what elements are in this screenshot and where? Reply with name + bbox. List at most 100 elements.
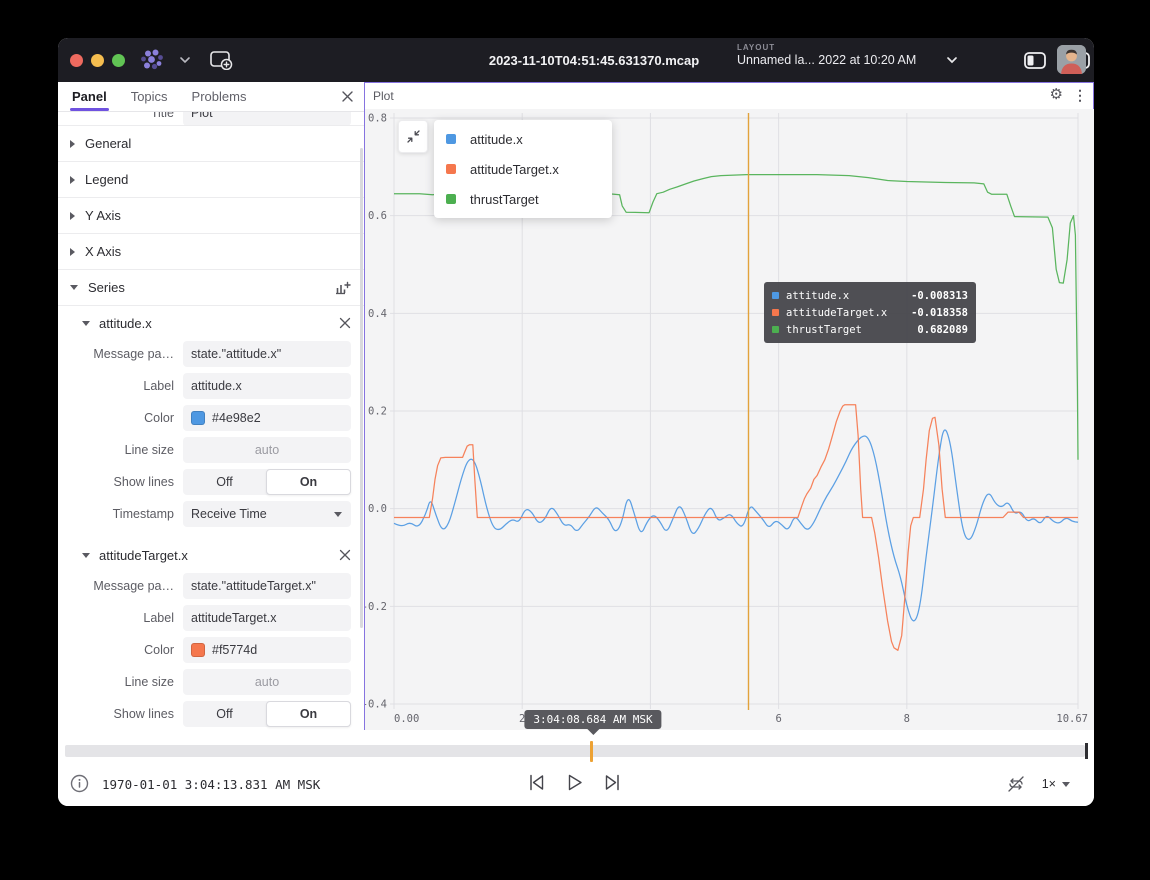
legend-item[interactable]: thrustTarget	[434, 184, 612, 214]
foxglove-logo-icon[interactable]	[139, 49, 165, 71]
tooltip-label: thrustTarget	[786, 324, 910, 336]
maximize-window-button[interactable]	[112, 54, 125, 67]
plot-panel-header[interactable]: Plot ⚙ ⋮	[365, 83, 1093, 109]
field-label: Message pa…	[70, 347, 174, 361]
show-lines-on-button[interactable]: On	[266, 469, 351, 495]
show-lines-toggle: Off On	[183, 469, 351, 495]
tab-problems[interactable]: Problems	[192, 89, 247, 104]
section-x-axis[interactable]: X Axis	[58, 234, 364, 270]
series-attitude-target-x-header[interactable]: attitudeTarget.x	[58, 540, 364, 570]
panel-settings-gear-icon[interactable]: ⚙	[1050, 86, 1063, 104]
chevron-right-icon	[70, 212, 75, 220]
section-label: General	[85, 136, 131, 151]
section-general[interactable]: General	[58, 126, 364, 162]
plot-panel[interactable]: Plot ⚙ ⋮ 0.00246810.670.80.60.40.20.0-0.…	[364, 82, 1094, 730]
placeholder-text: auto	[191, 675, 343, 689]
add-panel-button[interactable]	[209, 50, 233, 70]
tab-panel[interactable]: Panel	[72, 89, 107, 104]
timestamp-select[interactable]: Receive Time	[183, 501, 351, 527]
sidebar-scrollbar[interactable]	[360, 148, 363, 628]
message-path-input[interactable]: state."attitude.x"	[183, 341, 351, 367]
line-size-input[interactable]: auto	[183, 437, 351, 463]
tooltip-value: -0.018358	[911, 307, 968, 319]
show-lines-off-button[interactable]: Off	[183, 469, 266, 495]
playback-info-button[interactable]	[70, 774, 89, 793]
series-color-swatch	[772, 309, 779, 316]
field-label: Timestamp	[70, 507, 174, 521]
section-series[interactable]: Series	[58, 270, 364, 306]
color-input[interactable]: #f5774d	[183, 637, 351, 663]
chevron-down-icon	[1062, 782, 1070, 787]
remove-series-button[interactable]	[339, 317, 351, 329]
legend-item[interactable]: attitudeTarget.x	[434, 154, 612, 184]
color-swatch[interactable]	[191, 643, 205, 657]
speed-value: 1×	[1042, 777, 1056, 791]
series-title: attitudeTarget.x	[99, 548, 188, 563]
user-avatar[interactable]	[1057, 45, 1086, 74]
svg-text:0.4: 0.4	[368, 308, 387, 320]
chevron-right-icon	[70, 140, 75, 148]
add-series-button[interactable]	[334, 280, 351, 296]
field-row-message-path: Message pa… state."attitude.x"	[58, 338, 364, 370]
legend-item[interactable]: attitude.x	[434, 124, 612, 154]
svg-text:-0.2: -0.2	[365, 601, 387, 613]
title-input[interactable]: Plot	[183, 112, 351, 126]
series-color-swatch	[772, 326, 779, 333]
toggle-left-sidebar-button[interactable]	[1022, 50, 1048, 70]
label-input[interactable]: attitudeTarget.x	[183, 605, 351, 631]
playback-scrubber[interactable]	[65, 745, 1085, 757]
field-label: Line size	[70, 443, 174, 457]
collapse-legend-button[interactable]	[398, 120, 428, 153]
plot-panel-title: Plot	[373, 89, 394, 103]
show-lines-on-button[interactable]: On	[266, 701, 351, 727]
seek-end-button[interactable]	[602, 772, 623, 793]
svg-text:8: 8	[904, 713, 910, 725]
close-window-button[interactable]	[70, 54, 83, 67]
field-label: Show lines	[70, 707, 174, 721]
file-title: 2023-11-10T04:51:45.631370.mcap	[489, 53, 699, 68]
show-lines-off-button[interactable]: Off	[183, 701, 266, 727]
field-label: Message pa…	[70, 579, 174, 593]
svg-text:6: 6	[775, 713, 781, 725]
field-row-timestamp: Timestamp Receive Time	[58, 498, 364, 530]
message-path-input[interactable]: state."attitudeTarget.x"	[183, 573, 351, 599]
series-color-swatch	[446, 194, 456, 204]
minimize-window-button[interactable]	[91, 54, 104, 67]
field-label: Color	[70, 411, 174, 425]
seek-start-button[interactable]	[526, 772, 547, 793]
panel-menu-kebab-icon[interactable]: ⋮	[1073, 86, 1087, 104]
main-content: Panel Topics Problems Title Plot General	[58, 82, 1094, 730]
tooltip-row: attitudeTarget.x -0.018358	[772, 304, 968, 321]
data-source-chevron-icon[interactable]	[179, 56, 191, 64]
desktop-background: 2023-11-10T04:51:45.631370.mcap LAYOUT U…	[0, 0, 1150, 880]
section-y-axis[interactable]: Y Axis	[58, 198, 364, 234]
field-row-color: Color #f5774d	[58, 634, 364, 666]
title-field-label: Title	[70, 112, 174, 120]
loop-off-button[interactable]	[1006, 774, 1026, 794]
chevron-down-icon	[334, 512, 342, 517]
layout-chevron-icon[interactable]	[946, 56, 958, 64]
svg-text:0.6: 0.6	[368, 210, 387, 222]
playback-speed-select[interactable]: 1×	[1042, 777, 1070, 791]
current-timestamp[interactable]: 1970-01-01 3:04:13.831 AM MSK	[102, 777, 320, 792]
field-row-show-lines: Show lines Off On	[58, 466, 364, 498]
layout-menu[interactable]: LAYOUT Unnamed la... 2022 at 10:20 AM	[737, 43, 916, 67]
remove-series-button[interactable]	[339, 549, 351, 561]
tab-topics[interactable]: Topics	[131, 89, 168, 104]
field-label: Label	[70, 611, 174, 625]
section-legend[interactable]: Legend	[58, 162, 364, 198]
color-input[interactable]: #4e98e2	[183, 405, 351, 431]
field-row-color: Color #4e98e2	[58, 402, 364, 434]
color-hex: #4e98e2	[212, 411, 261, 425]
section-label: Legend	[85, 172, 128, 187]
line-size-input[interactable]: auto	[183, 669, 351, 695]
close-sidebar-button[interactable]	[341, 90, 354, 103]
color-swatch[interactable]	[191, 411, 205, 425]
label-input[interactable]: attitude.x	[183, 373, 351, 399]
playhead-marker[interactable]	[590, 741, 593, 762]
series-color-swatch	[772, 292, 779, 299]
tooltip-label: attitudeTarget.x	[786, 307, 904, 319]
svg-text:0.8: 0.8	[368, 113, 387, 125]
play-button[interactable]	[564, 772, 585, 793]
series-attitude-x-header[interactable]: attitude.x	[58, 308, 364, 338]
